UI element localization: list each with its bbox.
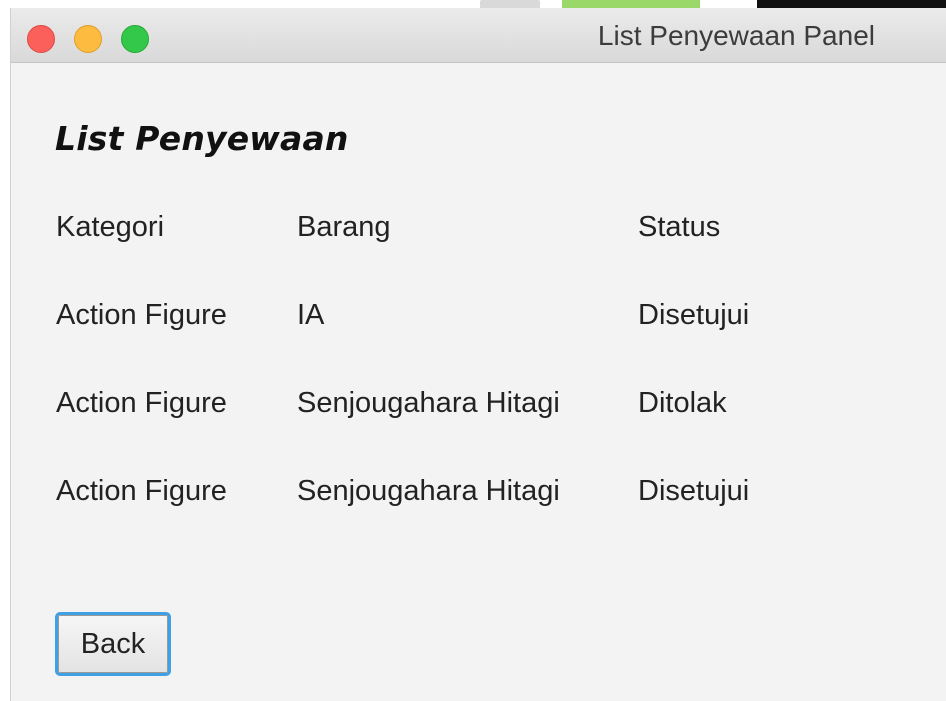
window-title: List Penyewaan Panel	[597, 20, 875, 51]
row-1-status: Disetujui	[638, 299, 750, 331]
row-2-barang: Senjougahara Hitagi	[297, 387, 560, 419]
row-1-barang: IA	[297, 299, 325, 331]
screen: List Penyewaan Panel List Penyewaan Kate…	[0, 0, 946, 701]
column-header-barang: Barang	[297, 211, 391, 243]
minimize-window-button[interactable]	[74, 25, 102, 53]
column-header-status: Status	[638, 211, 721, 243]
row-2-kategori: Action Figure	[56, 387, 227, 419]
list-penyewaan-window: List Penyewaan Panel List Penyewaan Kate…	[10, 8, 946, 701]
row-3-kategori: Action Figure	[56, 475, 227, 507]
page-title: List Penyewaan	[55, 119, 349, 158]
back-button[interactable]: Back	[55, 612, 171, 676]
column-header-kategori: Kategori	[56, 211, 165, 243]
close-window-button[interactable]	[27, 25, 55, 53]
title-bar[interactable]: List Penyewaan Panel	[11, 8, 946, 63]
row-1-kategori: Action Figure	[56, 299, 227, 331]
row-2-status: Ditolak	[638, 387, 727, 419]
row-3-barang: Senjougahara Hitagi	[297, 475, 560, 507]
row-3-status: Disetujui	[638, 475, 750, 507]
zoom-window-button[interactable]	[121, 25, 149, 53]
